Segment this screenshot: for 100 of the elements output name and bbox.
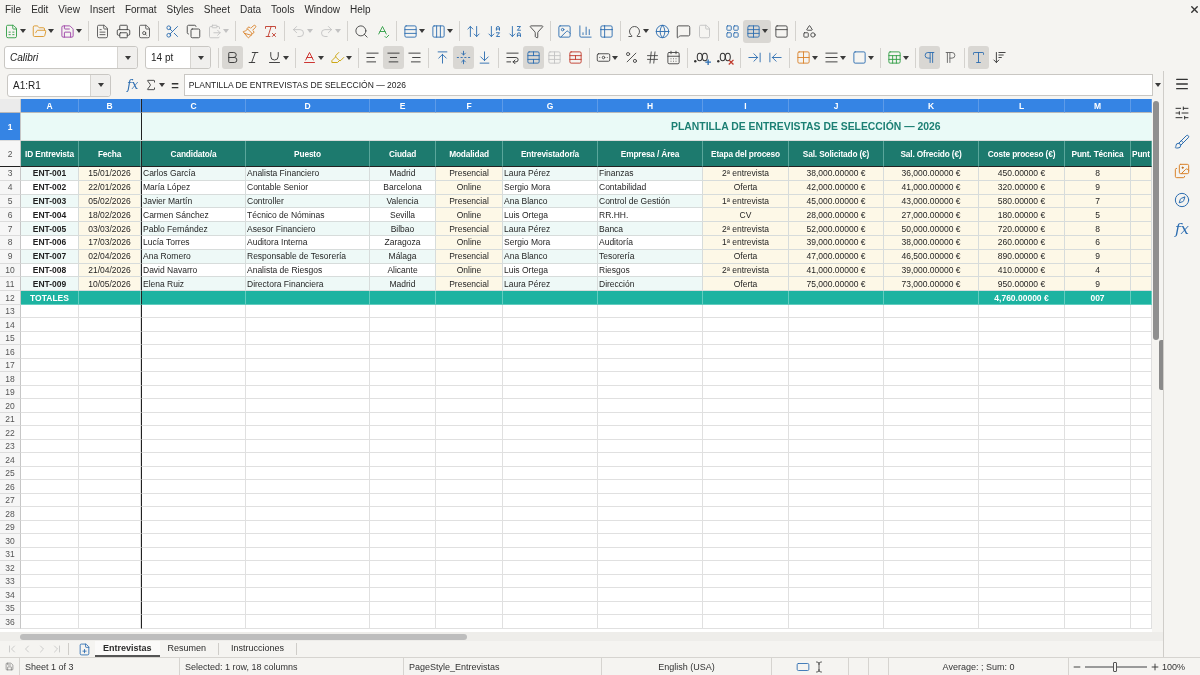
row-header[interactable]: 20 <box>0 399 21 413</box>
dropdown-button[interactable] <box>190 47 210 68</box>
column-header[interactable]: E <box>370 99 436 113</box>
row-header[interactable]: 32 <box>0 561 21 575</box>
column-header[interactable]: F <box>436 99 503 113</box>
table-cell: Presencial <box>436 222 503 236</box>
caret-icon <box>346 55 352 60</box>
header-cell: Puesto <box>246 141 370 167</box>
table-cell: Dirección <box>598 277 703 292</box>
caret-icon <box>124 55 131 60</box>
total-cell: 007 <box>1065 291 1131 305</box>
header-cell: Sal. Solicitado (€) <box>789 141 884 167</box>
row-header[interactable]: 2 <box>0 141 21 167</box>
row-header[interactable]: 24 <box>0 453 21 467</box>
scrollbar-thumb[interactable] <box>1153 101 1159 340</box>
caret-icon <box>1155 83 1161 87</box>
menu-item[interactable]: File <box>0 1 27 17</box>
row-header[interactable]: 14 <box>0 318 21 332</box>
font-name-field[interactable]: Calibri <box>4 46 138 69</box>
table-cell: 2ª entrevista <box>703 222 789 236</box>
row-header[interactable]: 3 <box>0 167 21 181</box>
menu-item[interactable]: Help <box>345 1 376 17</box>
caret-icon <box>223 29 229 33</box>
header-cell: Empresa / Área <box>598 141 703 167</box>
row-header[interactable]: 12 <box>0 291 21 305</box>
column-header[interactable]: C <box>141 99 246 113</box>
menu-item[interactable]: Edit <box>26 1 54 17</box>
menu-icon <box>1174 76 1190 92</box>
table-cell: Carlos García <box>141 167 246 181</box>
column-header[interactable]: J <box>789 99 884 113</box>
row-header[interactable]: 28 <box>0 507 21 521</box>
name-box[interactable]: A1:R1 <box>7 73 111 97</box>
sliders-icon <box>1174 105 1190 121</box>
sheet-tab[interactable]: Resumen <box>159 641 215 657</box>
row-header[interactable]: 22 <box>0 426 21 440</box>
table-cell: 8 <box>1065 222 1131 236</box>
plus-icon <box>1150 661 1160 672</box>
table-cell: 28,000.00000 € <box>789 208 884 223</box>
caret-icon <box>643 29 649 33</box>
font-size-field[interactable]: 14 pt <box>145 46 211 69</box>
column-header[interactable]: I <box>703 99 789 113</box>
column-header[interactable]: A <box>21 99 79 113</box>
column-header[interactable] <box>1131 99 1152 113</box>
menu-item[interactable]: Styles <box>161 1 199 17</box>
images-icon <box>1174 163 1190 179</box>
row-header[interactable]: 11 <box>0 277 21 292</box>
column-header[interactable]: H <box>598 99 703 113</box>
row-header[interactable]: 1 <box>0 113 21 141</box>
menu-item[interactable]: Data <box>234 1 267 17</box>
row-header[interactable]: 26 <box>0 480 21 494</box>
row-header[interactable]: 30 <box>0 534 21 548</box>
dropdown-button[interactable] <box>117 47 137 68</box>
sheet-tab[interactable]: Entrevistas <box>95 641 160 657</box>
menu-item[interactable]: Sheet <box>198 1 235 17</box>
table-cell: ENT-009 <box>21 277 79 292</box>
column-header[interactable]: B <box>79 99 141 113</box>
function-wizard-button[interactable]: fx <box>124 75 142 95</box>
header-cell: Candidato/a <box>141 141 246 167</box>
column-header[interactable]: K <box>884 99 979 113</box>
language: English (USA) <box>658 661 715 672</box>
selection-summary: Average: ; Sum: 0 <box>942 661 1015 672</box>
formula-button[interactable]: = <box>168 75 182 95</box>
table-cell: 15/01/2026 <box>79 167 141 181</box>
dropdown-button[interactable] <box>90 74 110 96</box>
total-cell: TOTALES <box>21 291 79 305</box>
table-cell: Laura Pérez <box>503 222 598 236</box>
menu-item[interactable]: View <box>53 1 85 17</box>
caret-icon <box>159 83 166 87</box>
table-cell: Directora Financiera <box>246 277 370 292</box>
table-cell: 75,000.00000 € <box>789 277 884 292</box>
sheet-title: PLANTILLA DE ENTREVISTAS DE SELECCIÓN — 2026 <box>671 121 941 132</box>
table-cell: Oferta <box>703 277 789 292</box>
selection-info: Selected: 1 row, 18 columns <box>185 661 298 672</box>
row-header[interactable]: 34 <box>0 588 21 602</box>
caret-icon <box>283 55 289 60</box>
menu-item[interactable]: Tools <box>266 1 300 17</box>
formula-input[interactable]: PLANTILLA DE ENTREVISTAS DE SELECCIÓN — 2026 <box>183 74 1153 96</box>
sheet-tab[interactable]: Instrucciones <box>223 641 293 657</box>
column-header[interactable]: G <box>503 99 598 113</box>
table-cell: 36,000.00000 € <box>884 167 979 181</box>
menu-item[interactable]: Insert <box>84 1 120 17</box>
row-header[interactable]: 7 <box>0 222 21 236</box>
slider-thumb[interactable] <box>1112 661 1117 672</box>
menu-item[interactable]: Window <box>299 1 345 17</box>
table-cell: 950.00000 € <box>979 277 1065 292</box>
menu-item[interactable]: Format <box>119 1 162 17</box>
row-header[interactable]: 36 <box>0 615 21 629</box>
row-header[interactable]: 18 <box>0 372 21 386</box>
freeze-button[interactable] <box>743 19 771 43</box>
save-icon <box>5 661 14 672</box>
table-cell: 38,000.00000 € <box>789 167 884 181</box>
resize-handle[interactable] <box>1159 340 1163 390</box>
scrollbar-thumb[interactable] <box>20 633 467 640</box>
column-header[interactable]: M <box>1065 99 1131 113</box>
row-header[interactable]: 16 <box>0 345 21 359</box>
column-header[interactable]: D <box>246 99 370 113</box>
column-header[interactable]: L <box>979 99 1065 113</box>
row-header[interactable]: 6 <box>0 208 21 223</box>
table-cell: 10/05/2026 <box>79 277 141 292</box>
functions-button[interactable]: fx <box>1169 217 1195 241</box>
